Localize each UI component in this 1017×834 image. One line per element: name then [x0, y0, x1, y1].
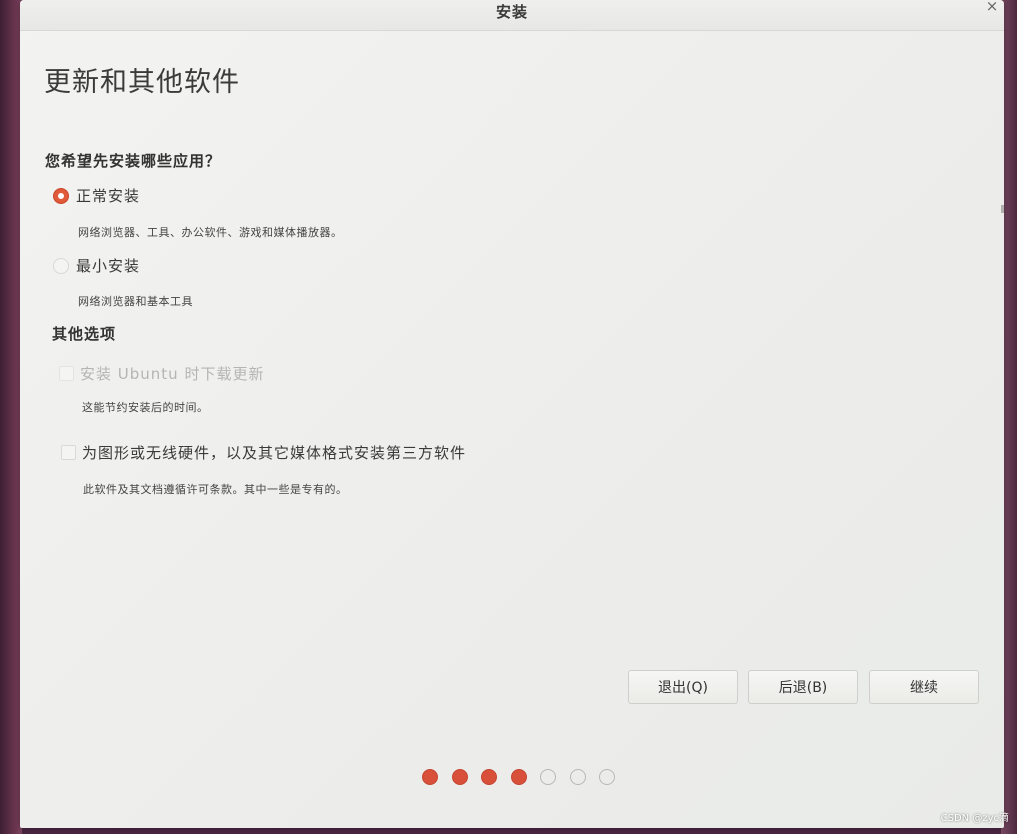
progress-dot-complete [510, 769, 527, 785]
close-icon[interactable]: × [982, 0, 1002, 16]
radio-unselected-icon[interactable] [53, 257, 69, 274]
window-titlebar[interactable]: 安装 × [20, 0, 1004, 31]
progress-dots [422, 769, 629, 785]
back-button[interactable]: 后退(B) [748, 670, 858, 704]
progress-dot-complete [451, 769, 468, 785]
progress-dot-pending [540, 769, 556, 785]
other-options-heading: 其他选项 [52, 325, 117, 343]
radio-selected-icon[interactable] [53, 187, 69, 204]
checkbox-icon[interactable] [59, 366, 74, 381]
radio-minimal-install[interactable]: 最小安装 [53, 255, 140, 276]
minimal-install-description: 网络浏览器和基本工具 [78, 295, 193, 308]
normal-install-description: 网络浏览器、工具、办公软件、游戏和媒体播放器。 [78, 226, 343, 239]
download-updates-description: 这能节约安装后的时间。 [82, 401, 209, 414]
progress-dot-pending [599, 769, 615, 785]
download-updates-label: 安装 Ubuntu 时下载更新 [80, 365, 265, 383]
continue-button[interactable]: 继续 [869, 670, 979, 704]
quit-button[interactable]: 退出(Q) [628, 670, 738, 704]
third-party-software-description: 此软件及其文档遵循许可条款。其中一些是专有的。 [83, 483, 348, 496]
page-title: 更新和其他软件 [44, 67, 240, 98]
progress-dot-complete [422, 769, 438, 785]
checkbox-download-updates[interactable]: 安装 Ubuntu 时下载更新 [59, 363, 264, 384]
install-type-question: 您希望先安装哪些应用？ [45, 152, 222, 170]
progress-dot-pending [569, 769, 586, 785]
watermark: CSDN @zyc滴 [940, 813, 1009, 824]
window-title: 安装 [495, 3, 528, 21]
desktop-background-left [0, 0, 22, 834]
minimal-install-label: 最小安装 [76, 257, 141, 275]
radio-normal-install[interactable]: 正常安装 [53, 185, 140, 206]
normal-install-label: 正常安装 [76, 187, 141, 205]
third-party-software-label: 为图形或无线硬件，以及其它媒体格式安装第三方软件 [82, 444, 467, 462]
installer-window: 安装 × 更新和其他软件 您希望先安装哪些应用？ 正常安装 网络浏览器、工具、办… [20, 0, 1004, 828]
scrollbar-marker [1001, 205, 1004, 213]
checkbox-icon[interactable] [61, 445, 76, 460]
checkbox-third-party-software[interactable]: 为图形或无线硬件，以及其它媒体格式安装第三方软件 [61, 442, 466, 463]
progress-dot-complete [481, 769, 497, 785]
